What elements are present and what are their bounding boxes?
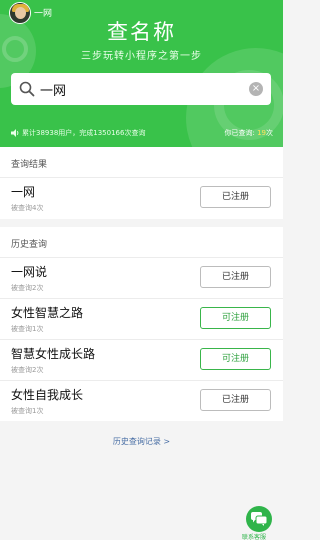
name-text: 智慧女性成长路 [11, 347, 96, 361]
status-button[interactable]: 已注册 [200, 389, 271, 411]
stats-text: 累计38938用户，完成1350166次查询 [22, 129, 146, 137]
chat-icon [251, 512, 267, 526]
result-row: 一网 被查询4次 已注册 [0, 177, 283, 218]
queried-count: 你已查询: 19次 [224, 129, 273, 137]
query-count: 被查询2次 [11, 284, 44, 292]
page-subtitle: 三步玩转小程序之第一步 [81, 51, 202, 62]
page-title: 查名称 [107, 20, 176, 44]
contact-service-button[interactable] [246, 506, 272, 532]
query-count: 被查询4次 [11, 204, 44, 212]
header: 一网 查名称 三步玩转小程序之第一步 × 累计38938用户，完成1350166… [0, 0, 283, 147]
name-text: 一网说 [11, 265, 48, 279]
history-row: 女性自我成长 被查询1次 已注册 [0, 380, 283, 421]
history-row: 女性智慧之路 被查询1次 可注册 [0, 298, 283, 339]
history-row: 一网说 被查询2次 已注册 [0, 257, 283, 298]
name-text: 女性智慧之路 [11, 306, 84, 320]
search-icon [19, 81, 35, 97]
history-records-link[interactable]: 历史查询记录 > [0, 436, 283, 447]
query-count: 被查询1次 [11, 407, 44, 415]
name-text: 一网 [11, 185, 36, 199]
result-section-title: 查询结果 [11, 160, 48, 170]
query-count: 被查询2次 [11, 366, 44, 374]
status-button[interactable]: 已注册 [200, 186, 271, 208]
queried-number: 19 [257, 129, 266, 137]
search-box[interactable]: × [11, 73, 271, 105]
search-input[interactable] [40, 79, 240, 99]
name-text: 女性自我成长 [11, 388, 84, 402]
speaker-icon [11, 129, 19, 137]
stats-info: 累计38938用户，完成1350166次查询 [11, 128, 145, 138]
query-count: 被查询1次 [11, 325, 44, 333]
register-button[interactable]: 可注册 [200, 307, 271, 329]
clear-icon[interactable]: × [249, 82, 263, 96]
status-button[interactable]: 已注册 [200, 266, 271, 288]
history-row: 智慧女性成长路 被查询2次 可注册 [0, 339, 283, 380]
history-section-title: 历史查询 [11, 240, 48, 250]
register-button[interactable]: 可注册 [200, 348, 271, 370]
contact-service-label[interactable]: 联系客服 [242, 532, 266, 540]
